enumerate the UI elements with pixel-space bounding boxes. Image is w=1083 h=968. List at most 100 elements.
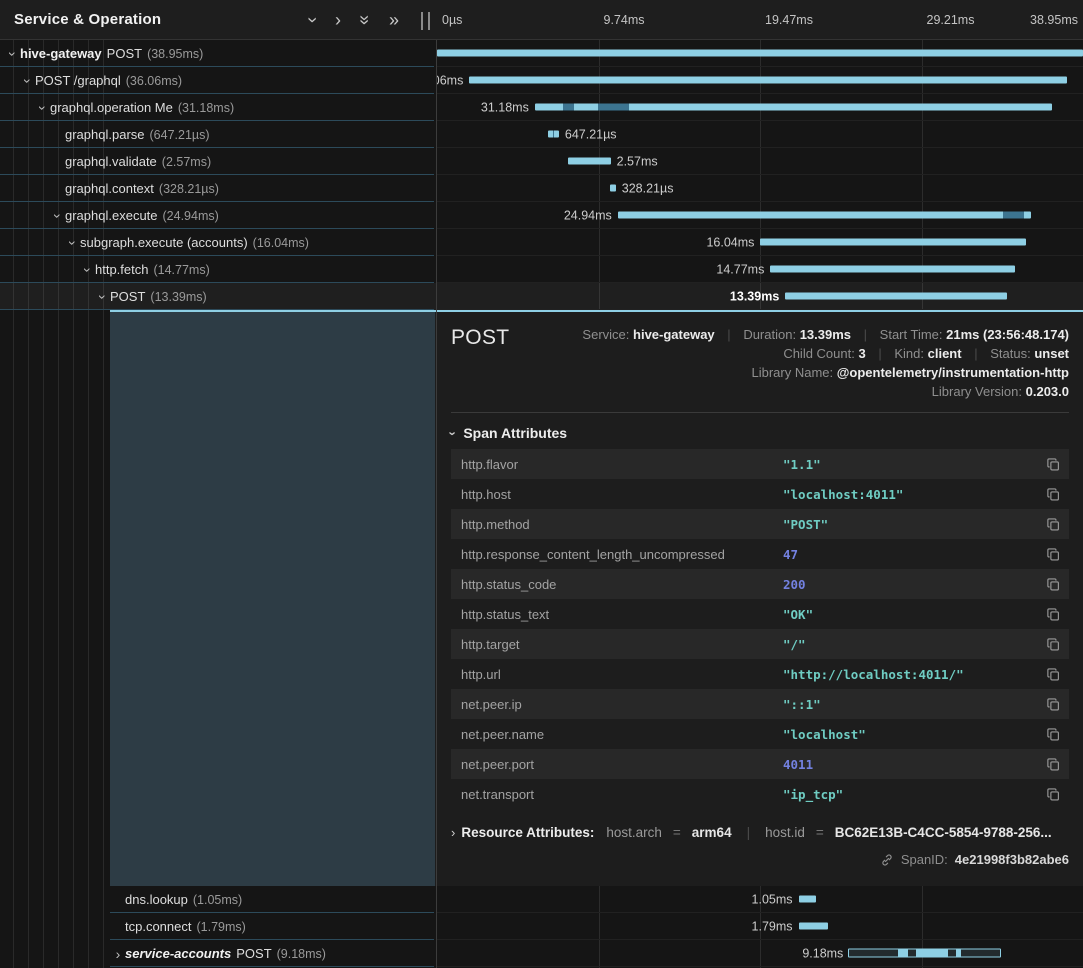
span-timeline-cell[interactable]: 14.77ms xyxy=(437,256,1083,283)
span-timeline-cell[interactable] xyxy=(437,40,1083,67)
span-bar[interactable]: 14.77ms xyxy=(770,266,1015,273)
span-bar-duration-label: 16.04ms xyxy=(706,235,754,249)
copy-icon[interactable] xyxy=(1037,487,1061,502)
span-bar[interactable]: 24.94ms xyxy=(618,212,1032,219)
span-bar[interactable]: 16.04ms xyxy=(760,239,1026,246)
span-name-cell[interactable]: ›POST(13.39ms) xyxy=(0,283,437,310)
span-timeline-cell[interactable]: 1.05ms xyxy=(437,886,1083,913)
copy-icon[interactable] xyxy=(1037,727,1061,742)
span-timeline-cell[interactable]: 13.39ms xyxy=(437,283,1083,310)
span-timeline-cell[interactable]: 16.04ms xyxy=(437,229,1083,256)
span-row[interactable]: graphql.parse(647.21µs) 647.21µs xyxy=(0,121,1083,148)
collapse-icon[interactable]: › xyxy=(7,48,19,60)
copy-icon[interactable] xyxy=(1037,697,1061,712)
copy-icon[interactable] xyxy=(1037,607,1061,622)
span-name-cell[interactable]: ›subgraph.execute (accounts)(16.04ms) xyxy=(0,229,437,256)
span-name-cell[interactable]: ›graphql.execute(24.94ms) xyxy=(0,202,437,229)
span-name-cell[interactable]: ›hive-gatewayPOST(38.95ms) xyxy=(0,40,437,67)
collapse-icon[interactable]: › xyxy=(447,431,460,435)
span-bar[interactable]: 36.06ms xyxy=(469,77,1067,84)
link-icon[interactable] xyxy=(880,853,894,867)
span-bar[interactable]: 31.18ms xyxy=(535,104,1052,111)
attribute-row: http.flavor"1.1" xyxy=(451,449,1069,479)
span-row[interactable]: dns.lookup(1.05ms) 1.05ms xyxy=(0,886,1083,913)
span-timeline-cell[interactable]: 328.21µs xyxy=(437,175,1083,202)
span-timeline-cell[interactable]: 647.21µs xyxy=(437,121,1083,148)
span-row[interactable]: ›service-accountsPOST(9.18ms) 9.18ms xyxy=(0,940,1083,967)
span-name-cell[interactable]: graphql.parse(647.21µs) xyxy=(0,121,437,148)
span-bar[interactable]: 13.39ms xyxy=(785,293,1007,300)
span-bar[interactable]: 1.79ms xyxy=(799,923,829,930)
expand-icon[interactable]: › xyxy=(451,826,455,839)
span-row[interactable]: graphql.context(328.21µs) 328.21µs xyxy=(0,175,1083,202)
span-attributes-table: http.flavor"1.1"http.host"localhost:4011… xyxy=(451,449,1069,809)
span-row[interactable]: ›POST /graphql(36.06ms) 36.06ms xyxy=(0,67,1083,94)
span-name-cell[interactable]: ›http.fetch(14.77ms) xyxy=(0,256,437,283)
collapse-icon[interactable]: › xyxy=(37,102,49,114)
span-row[interactable]: ›POST(13.39ms) 13.39ms xyxy=(0,283,1083,310)
panel-resizer-handle[interactable] xyxy=(421,12,430,30)
span-row[interactable]: ›hive-gatewayPOST(38.95ms) xyxy=(0,40,1083,67)
collapse-icon[interactable]: › xyxy=(97,291,109,303)
span-timeline-cell[interactable]: 36.06ms xyxy=(437,67,1083,94)
detail-divider xyxy=(451,412,1069,413)
expand-one-icon[interactable]: › xyxy=(335,11,341,29)
span-attributes-toggle[interactable]: › Span Attributes xyxy=(451,425,1069,441)
copy-icon[interactable] xyxy=(1037,787,1061,802)
span-bar[interactable] xyxy=(437,50,1083,57)
copy-icon[interactable] xyxy=(1037,637,1061,652)
span-bar[interactable]: 2.57ms xyxy=(568,158,611,165)
expand-icon[interactable]: › xyxy=(112,948,124,960)
span-timeline-cell[interactable]: 2.57ms xyxy=(437,148,1083,175)
span-row[interactable]: ›graphql.operation Me(31.18ms) 31.18ms xyxy=(0,94,1083,121)
start-time-value: 21ms (23:56:48.174) xyxy=(946,327,1069,342)
span-row[interactable]: ›graphql.execute(24.94ms) 24.94ms xyxy=(0,202,1083,229)
meta-separator xyxy=(718,327,739,342)
span-timeline-cell[interactable]: 1.79ms xyxy=(437,913,1083,940)
span-name-cell[interactable]: tcp.connect(1.79ms) xyxy=(0,913,437,940)
span-bar[interactable]: 1.05ms xyxy=(799,896,816,903)
collapse-icon[interactable]: › xyxy=(82,264,94,276)
collapse-one-icon[interactable]: › xyxy=(304,17,322,23)
span-bar[interactable]: 9.18ms xyxy=(848,949,1000,958)
span-name-cell[interactable]: ›service-accountsPOST(9.18ms) xyxy=(0,940,437,967)
service-label: Service: xyxy=(582,327,629,342)
span-bar-duration-label: 647.21µs xyxy=(565,127,617,141)
span-duration-label: (9.18ms) xyxy=(277,947,326,961)
copy-icon[interactable] xyxy=(1037,517,1061,532)
span-name-cell[interactable]: ›POST /graphql(36.06ms) xyxy=(0,67,437,94)
span-name-cell[interactable]: graphql.context(328.21µs) xyxy=(0,175,437,202)
span-row[interactable]: ›subgraph.execute (accounts)(16.04ms) 16.… xyxy=(0,229,1083,256)
span-row[interactable]: tcp.connect(1.79ms) 1.79ms xyxy=(0,913,1083,940)
span-bar[interactable]: 328.21µs xyxy=(610,185,615,192)
attribute-value: 4011 xyxy=(783,757,1037,772)
copy-icon[interactable] xyxy=(1037,457,1061,472)
timeline-tick-label: 0µs xyxy=(442,0,462,39)
span-row[interactable]: graphql.validate(2.57ms) 2.57ms xyxy=(0,148,1083,175)
span-timeline-cell[interactable]: 31.18ms xyxy=(437,94,1083,121)
copy-icon[interactable] xyxy=(1037,577,1061,592)
span-name-cell[interactable]: graphql.validate(2.57ms) xyxy=(0,148,437,175)
collapse-icon[interactable]: › xyxy=(67,237,79,249)
resource-attributes-title: Resource Attributes: xyxy=(461,825,594,840)
span-name-cell[interactable]: dns.lookup(1.05ms) xyxy=(0,886,437,913)
resource-key: host.arch xyxy=(606,825,662,840)
span-name-cell[interactable]: ›graphql.operation Me(31.18ms) xyxy=(0,94,437,121)
span-row[interactable]: ›http.fetch(14.77ms) 14.77ms xyxy=(0,256,1083,283)
span-bar[interactable]: 647.21µs xyxy=(548,131,559,138)
resource-attributes-row[interactable]: › Resource Attributes: host.arch arm64 h… xyxy=(451,825,1069,840)
collapse-icon[interactable]: › xyxy=(22,75,34,87)
span-timeline-cell[interactable]: 9.18ms xyxy=(437,940,1083,967)
collapse-icon[interactable]: › xyxy=(52,210,64,222)
copy-icon[interactable] xyxy=(1037,547,1061,562)
span-operation-label: graphql.operation Me xyxy=(50,100,173,115)
copy-icon[interactable] xyxy=(1037,757,1061,772)
span-id-row: SpanID: 4e21998f3b82abe6 xyxy=(451,852,1069,867)
span-timeline-cell[interactable]: 24.94ms xyxy=(437,202,1083,229)
expand-all-icon[interactable]: » xyxy=(389,11,399,29)
timeline-tick-label: 19.47ms xyxy=(765,0,813,39)
collapse-all-icon[interactable]: » xyxy=(356,14,374,24)
copy-icon[interactable] xyxy=(1037,667,1061,682)
trace-viewer: Service & Operation › › » » 0µs 9.74ms 1… xyxy=(0,0,1083,968)
span-operation-label: POST xyxy=(107,46,142,61)
